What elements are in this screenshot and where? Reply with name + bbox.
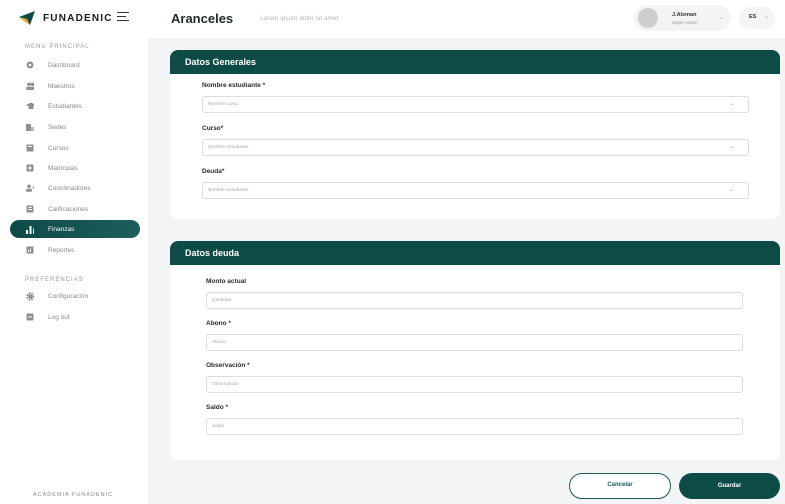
user-plus-icon (26, 184, 34, 192)
user-menu[interactable]: J.Aleman Super Admin ⌄ (634, 5, 731, 31)
dashboard-icon (26, 61, 34, 69)
sidebar-item-finanzas[interactable]: Finanzas (10, 220, 140, 238)
sidebar-item-sedes[interactable]: Sedes (10, 118, 140, 136)
user-role: Super Admin (672, 20, 698, 25)
general-data-card: Datos Generales Nombre estudiante * Nomb… (170, 50, 780, 219)
field-placeholder: Nombre estudiante (208, 145, 249, 150)
save-button[interactable]: Guardar (679, 473, 780, 499)
sidebar-item-cursos[interactable]: Cursos (10, 139, 140, 157)
gear-icon (26, 291, 34, 301)
chevron-down-icon: ⌄ (719, 15, 725, 21)
sidebar-footer: ACADEMIA FUNADENIC (33, 492, 114, 498)
field-placeholder: Observación (212, 382, 239, 387)
debt-data-card: Datos deuda Monto actual Cantidad Abono … (170, 241, 780, 460)
field-placeholder: Cantidad (212, 298, 232, 303)
logo-icon (19, 11, 35, 25)
language-select[interactable]: ES ⌄ (739, 7, 775, 29)
sidebar-item-maestros[interactable]: Maestros (10, 77, 140, 95)
chevron-down-icon: ⌄ (764, 14, 770, 20)
sidebar: FUNADENIC MENU PRINCIPAL Dashboard Maest… (0, 0, 148, 504)
sidebar-item-label: Dashboard (48, 61, 80, 69)
sidebar-item-configuracion[interactable]: Configuración (10, 287, 140, 305)
debt-data-title: Datos deuda (170, 241, 780, 265)
sidebar-item-label: Reportes (48, 246, 75, 254)
avatar (638, 8, 658, 28)
field-label: Deuda* (202, 168, 225, 175)
graduation-cap-icon (26, 102, 34, 110)
field-placeholder: Saldo (212, 424, 225, 429)
cancel-button[interactable]: Cancelar (569, 473, 671, 499)
brand-name: FUNADENIC (43, 12, 113, 24)
sidebar-item-matriculas[interactable]: Matriculas (10, 159, 140, 177)
section-main-label: MENU PRINCIPAL (25, 44, 90, 50)
grades-icon (26, 205, 34, 213)
building-icon (26, 123, 34, 131)
sidebar-item-reportes[interactable]: Reportes (10, 241, 140, 259)
sidebar-item-calificaciones[interactable]: Calificaciones (10, 200, 140, 218)
field-placeholder: Nombre estudiante (208, 188, 249, 193)
book-icon (26, 144, 34, 152)
sidebar-item-label: Maestros (48, 82, 75, 90)
student-name-select[interactable]: Nombre curso ⌄ (202, 96, 749, 113)
page-title: Aranceles (171, 11, 234, 26)
hamburger-menu-icon[interactable] (117, 12, 129, 21)
plus-square-icon (26, 164, 34, 172)
field-label: Saldo * (206, 404, 229, 411)
field-label: Curso* (202, 125, 224, 132)
field-label: Abono * (206, 320, 231, 327)
current-amount-input[interactable]: Cantidad (206, 292, 743, 309)
field-label: Observación * (206, 362, 250, 369)
sidebar-item-estudiantes[interactable]: Estudiantes (10, 97, 140, 115)
general-data-title: Datos Generales (170, 50, 780, 74)
payment-input[interactable]: Abono (206, 334, 743, 351)
language-label: ES (749, 14, 757, 20)
sidebar-item-label: Configuración (48, 292, 89, 300)
section-preferences-label: PREFERENCIAS (25, 277, 84, 283)
field-placeholder: Nombre curso (208, 102, 239, 107)
page-subtitle: Lorem ipsum dolor sit amet (260, 15, 339, 22)
bar-chart-icon (26, 225, 34, 234)
sidebar-item-label: Coordinadores (48, 184, 91, 192)
sidebar-item-label: Estudiantes (48, 102, 82, 110)
observation-input[interactable]: Observación (206, 376, 743, 393)
sidebar-item-label: Sedes (48, 123, 67, 131)
sidebar-item-dashboard[interactable]: Dashboard (10, 56, 140, 74)
chevron-down-icon: ⌄ (728, 144, 734, 150)
field-label: Monto actual (206, 278, 247, 285)
sidebar-item-coordinadores[interactable]: Coordinadores (10, 179, 140, 197)
chevron-down-icon: ⌄ (728, 187, 734, 193)
sidebar-item-label: Finanzas (48, 225, 75, 233)
sidebar-item-label: Log out (48, 313, 70, 321)
field-placeholder: Abono (212, 340, 226, 345)
users-icon (26, 82, 34, 90)
sidebar-item-label: Matriculas (48, 164, 78, 172)
sidebar-item-logout[interactable]: Log out (10, 308, 140, 326)
logo[interactable]: FUNADENIC (18, 10, 113, 26)
course-select[interactable]: Nombre estudiante ⌄ (202, 139, 749, 156)
field-label: Nombre estudiante * (202, 82, 266, 89)
sidebar-item-label: Calificaciones (48, 205, 89, 213)
debt-select[interactable]: Nombre estudiante ⌄ (202, 182, 749, 199)
balance-input[interactable]: Saldo (206, 418, 743, 435)
sidebar-item-label: Cursos (48, 144, 69, 152)
top-bar: Aranceles Lorem ipsum dolor sit amet J.A… (148, 0, 785, 38)
logout-icon (26, 313, 34, 321)
user-name: J.Aleman (672, 12, 697, 18)
chevron-down-icon: ⌄ (728, 101, 734, 107)
report-icon (26, 246, 34, 254)
